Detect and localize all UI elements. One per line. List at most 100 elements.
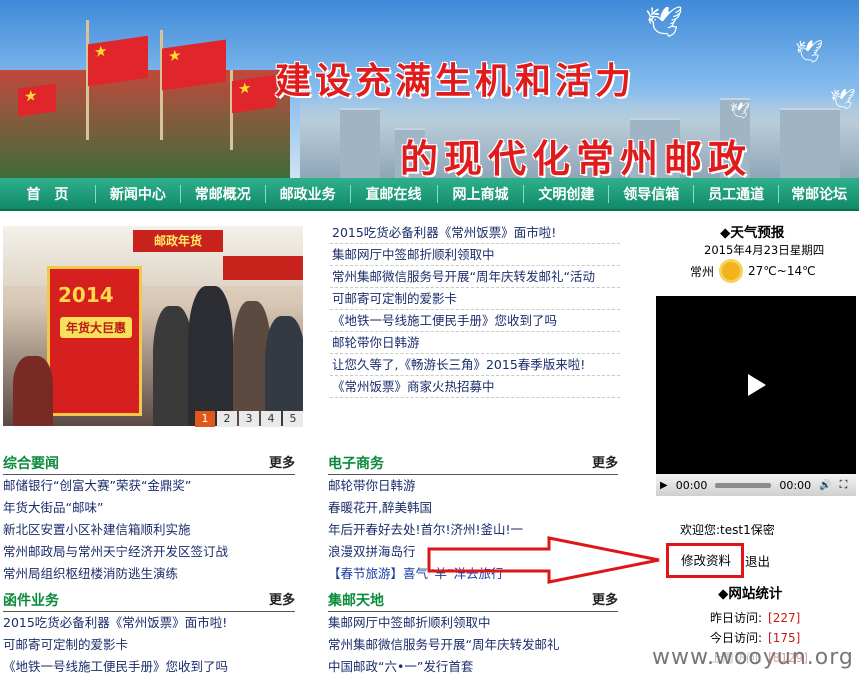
news-slideshow-image[interactable]: 邮政年货 2014 年货大巨惠 bbox=[3, 226, 303, 426]
person-figure bbox=[265, 316, 303, 426]
welcome-text: 欢迎您:test1保密 bbox=[680, 523, 775, 537]
list-item[interactable]: 常州集邮微信服务号开展“周年庆转发邮礼 bbox=[328, 634, 618, 656]
more-link[interactable]: 更多 bbox=[592, 455, 618, 473]
stat-label: 今日访问: bbox=[710, 631, 763, 645]
annotation-arrow-icon bbox=[427, 536, 660, 584]
list-item[interactable]: 邮储银行“创富大赛”荣获“金鼎奖” bbox=[3, 475, 295, 497]
more-link[interactable]: 更多 bbox=[592, 592, 618, 610]
nav-item-forum[interactable]: 常邮论坛 bbox=[779, 184, 859, 204]
current-time: 00:00 bbox=[675, 478, 708, 492]
nav-item-direct-mail[interactable]: 直邮在线 bbox=[351, 184, 437, 204]
stat-label: 昨日访问: bbox=[710, 611, 763, 625]
building bbox=[780, 108, 840, 178]
nav-item-staff-channel[interactable]: 员工通道 bbox=[694, 184, 778, 204]
nav-item-civilization[interactable]: 文明创建 bbox=[524, 184, 608, 204]
list-item[interactable]: 邮轮带你日韩游 bbox=[328, 475, 618, 497]
list-item[interactable]: 新北区安置小区补建信箱顺利实施 bbox=[3, 519, 295, 541]
nav-item-postal-business[interactable]: 邮政业务 bbox=[266, 184, 350, 204]
slideshow-page-1[interactable]: 1 bbox=[195, 411, 215, 427]
seek-bar[interactable] bbox=[715, 482, 772, 488]
headline-item[interactable]: 集邮网厅中签邮折顺利领取中 bbox=[330, 244, 620, 266]
more-link[interactable]: 更多 bbox=[269, 455, 295, 473]
red-flag-icon bbox=[162, 39, 226, 91]
list-item[interactable]: 可邮寄可定制的爱影卡 bbox=[3, 634, 295, 656]
section-divider bbox=[198, 611, 295, 612]
video-player[interactable] bbox=[656, 296, 856, 496]
nav-item-news[interactable]: 新闻中心 bbox=[96, 184, 180, 204]
weather-title: ◆天气预报 bbox=[720, 225, 785, 241]
sun-icon bbox=[722, 262, 741, 280]
more-link[interactable]: 更多 bbox=[269, 592, 295, 610]
poster-text: 年货大巨惠 bbox=[60, 317, 132, 338]
banner-slogan-line2: 的现代化常州邮政 bbox=[400, 136, 753, 178]
section-header: 集邮天地 更多 bbox=[328, 592, 618, 612]
edit-profile-link[interactable]: 修改资料 bbox=[666, 543, 745, 578]
header-banner: 🕊 🕊 🕊 🕊 建设充满生机和活力 的现代化常州邮政 bbox=[0, 0, 859, 178]
video-controls: ▶ 00:00 00:00 🔊 ⛶ bbox=[656, 474, 856, 496]
play-icon[interactable] bbox=[748, 374, 766, 396]
list-item[interactable]: 集邮网厅中签邮折顺利领取中 bbox=[328, 612, 618, 634]
watermark: www.wooyun.org bbox=[652, 645, 854, 670]
red-flag-icon bbox=[232, 74, 276, 114]
slideshow-page-5[interactable]: 5 bbox=[283, 411, 303, 427]
person-figure bbox=[153, 306, 193, 426]
nav-item-about[interactable]: 常邮概况 bbox=[181, 184, 265, 204]
total-time: 00:00 bbox=[779, 478, 812, 492]
section-title: 集邮天地 bbox=[328, 593, 384, 609]
section-title: 综合要闻 bbox=[3, 456, 59, 472]
weather-city: 常州 bbox=[690, 264, 715, 279]
person-figure bbox=[13, 356, 53, 426]
section-divider bbox=[198, 474, 295, 475]
person-figure bbox=[188, 286, 233, 426]
headline-item[interactable]: 2015吃货必备利器《常州饭票》面市啦! bbox=[330, 222, 620, 244]
slideshow-page-3[interactable]: 3 bbox=[239, 411, 259, 427]
slideshow-page-2[interactable]: 2 bbox=[217, 411, 237, 427]
user-links: 修改资料 退出 bbox=[666, 543, 770, 578]
banner-slogan-line1: 建设充满生机和活力 bbox=[275, 60, 636, 102]
nav-item-home[interactable]: 首 页 bbox=[0, 184, 95, 204]
section-header: 函件业务 更多 bbox=[3, 592, 295, 612]
section-title: 电子商务 bbox=[328, 456, 384, 472]
nav-item-online-mall[interactable]: 网上商城 bbox=[438, 184, 524, 204]
dove-icon: 🕊 bbox=[645, 5, 684, 40]
list-item[interactable]: 常州局组织枢纽楼消防逃生演练 bbox=[3, 563, 295, 585]
building bbox=[340, 108, 380, 178]
list-item[interactable]: 《地铁一号线施工便民手册》您收到了吗 bbox=[3, 656, 295, 678]
volume-icon[interactable]: 🔊 bbox=[819, 480, 831, 491]
logout-link[interactable]: 退出 bbox=[745, 551, 770, 570]
poster-year: 2014 bbox=[58, 283, 114, 307]
play-button-icon[interactable]: ▶ bbox=[660, 480, 668, 491]
main-nav: 首 页 新闻中心 常邮概况 邮政业务 直邮在线 网上商城 文明创建 领导信箱 员… bbox=[0, 178, 859, 211]
list-item[interactable]: 常州邮政局与常州天宁经济开发区签订战 bbox=[3, 541, 295, 563]
slideshow-pager: 1 2 3 4 5 bbox=[193, 411, 303, 427]
headline-item[interactable]: 可邮寄可定制的爱影卡 bbox=[330, 288, 620, 310]
stat-today: 今日访问: [175] bbox=[710, 629, 800, 646]
section-philately: 集邮天地 更多 集邮网厅中签邮折顺利领取中 常州集邮微信服务号开展“周年庆转发邮… bbox=[328, 592, 618, 678]
headline-item[interactable]: 邮轮带你日韩游 bbox=[330, 332, 620, 354]
red-flag-icon bbox=[88, 35, 148, 87]
headline-list: 2015吃货必备利器《常州饭票》面市啦! 集邮网厅中签邮折顺利领取中 常州集邮微… bbox=[330, 222, 620, 398]
weather-temp: 27℃~14℃ bbox=[748, 264, 816, 278]
dove-icon: 🕊 bbox=[795, 40, 823, 65]
headline-item[interactable]: 《常州饭票》商家火热招募中 bbox=[330, 376, 620, 398]
slideshow-page-4[interactable]: 4 bbox=[261, 411, 281, 427]
list-item[interactable]: 春暖花开,醉美韩国 bbox=[328, 497, 618, 519]
section-divider bbox=[523, 611, 618, 612]
headline-item[interactable]: 《地铁一号线施工便民手册》您收到了吗 bbox=[330, 310, 620, 332]
list-item[interactable]: 2015吃货必备利器《常州饭票》面市啦! bbox=[3, 612, 295, 634]
weather-date: 2015年4月23日星期四 bbox=[704, 243, 825, 257]
weather-info: 常州 27℃~14℃ bbox=[690, 262, 816, 280]
site-stats-title: ◆网站统计 bbox=[718, 586, 783, 602]
section-title: 函件业务 bbox=[3, 593, 59, 609]
list-item[interactable]: 中国邮政“六•一”发行首套 bbox=[328, 656, 618, 678]
list-item[interactable]: 年货大街品“邮味” bbox=[3, 497, 295, 519]
dove-icon: 🕊 bbox=[830, 87, 856, 111]
section-divider bbox=[523, 474, 618, 475]
stat-yesterday: 昨日访问: [227] bbox=[710, 609, 800, 626]
nav-item-leader-mailbox[interactable]: 领导信箱 bbox=[609, 184, 693, 204]
fullscreen-icon[interactable]: ⛶ bbox=[840, 478, 848, 492]
headline-item[interactable]: 常州集邮微信服务号开展“周年庆转发邮礼“活动 bbox=[330, 266, 620, 288]
dove-icon: 🕊 bbox=[730, 101, 751, 120]
headline-item[interactable]: 让您久等了,《畅游长三角》2015春季版来啦! bbox=[330, 354, 620, 376]
section-general-news: 综合要闻 更多 邮储银行“创富大赛”荣获“金鼎奖” 年货大街品“邮味” 新北区安… bbox=[3, 455, 295, 585]
